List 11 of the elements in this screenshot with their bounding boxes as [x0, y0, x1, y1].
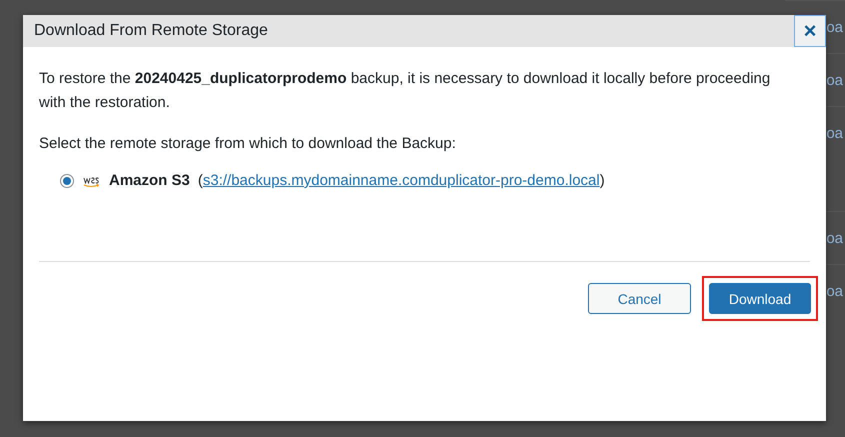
paren-text: ) [600, 172, 605, 189]
storage-radio[interactable] [60, 174, 74, 188]
intro-text: To restore the 20240425_duplicatorprodemo backup, it is necessary to download it locally before proceeding with the restoration. [39, 69, 772, 113]
paren-text: ( [198, 172, 203, 189]
download-button[interactable]: Download [709, 283, 811, 314]
cancel-button[interactable]: Cancel [588, 283, 691, 314]
storage-name: Amazon S3 [109, 172, 190, 189]
close-button[interactable]: × [794, 15, 826, 47]
storage-link[interactable]: s3://backups.mydomainname.comduplicator-pro-demo.local [202, 172, 600, 189]
dialog-title: Download From Remote Storage [34, 22, 268, 40]
prompt-text: Select the remote storage from which to download the Backup: [39, 135, 457, 152]
